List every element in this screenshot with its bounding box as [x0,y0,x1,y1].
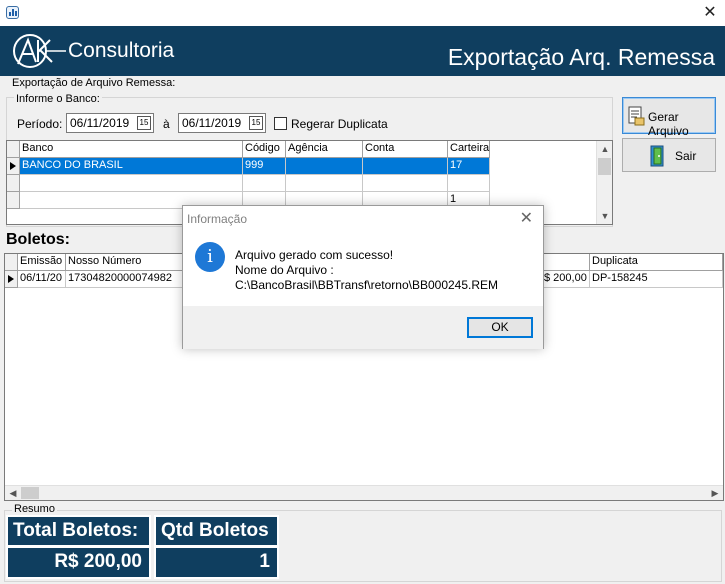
export-group-legend: Exportação de Arquivo Remessa: [10,77,178,89]
info-dialog: Informação ✕ i Arquivo gerado com sucess… [182,205,544,349]
period-label: Período: [17,117,63,131]
scroll-down-icon[interactable]: ▼ [597,208,612,224]
regerar-duplicata-checkbox[interactable] [274,117,287,130]
col-header-emissao[interactable]: Emissão [18,254,66,271]
col-header-valor[interactable] [542,254,590,271]
scroll-right-icon[interactable]: ▶ [707,485,723,500]
table-row-codigo[interactable] [243,175,286,192]
sair-button[interactable]: Sair [622,138,716,172]
row-indicator [7,158,20,175]
qtd-boletos-label: Qtd Boletos [154,515,279,547]
col-header-nosso-numero[interactable]: Nosso Número [66,254,186,271]
scroll-left-icon[interactable]: ◀ [5,485,21,500]
table-row-codigo[interactable]: 999 [243,158,286,175]
col-header-carteira[interactable]: Carteira [448,141,490,158]
col-header-conta[interactable]: Conta [363,141,448,158]
table-row-carteira[interactable]: 17 [448,158,490,175]
scroll-thumb[interactable] [598,158,611,175]
grid-header-corner [7,141,20,158]
bank-group-legend: Informe o Banco: [14,93,102,105]
table-row-agencia[interactable] [286,158,363,175]
boletos-title: Boletos: [6,231,70,248]
current-row-arrow-icon [10,162,16,170]
row-indicator [7,192,20,209]
col-header-banco[interactable]: Banco [20,141,243,158]
boletos-hscroll[interactable]: ◀ ▶ [5,485,723,500]
date-from-input[interactable]: 06/11/2019 15 [66,113,154,133]
grid-header-corner [5,254,18,271]
screen-title: Exportação Arq. Remessa [447,44,715,70]
window-titlebar [0,0,725,26]
table-row-agencia[interactable] [286,175,363,192]
calendar-icon[interactable]: 15 [137,116,151,130]
dialog-message-line1: Arquivo gerado com sucesso! [235,248,394,262]
date-to-input[interactable]: 06/11/2019 15 [178,113,266,133]
scroll-up-icon[interactable]: ▲ [597,141,612,157]
table-row-banco[interactable] [20,175,243,192]
qtd-boletos-value: 1 [154,546,279,579]
row-indicator [7,175,20,192]
brand-name: Consultoria [68,39,175,62]
exit-door-icon [650,145,664,167]
table-row-conta[interactable] [363,158,448,175]
app-chart-icon [6,6,19,19]
header-banner: Consultoria Exportação Arq. Remessa [0,26,725,76]
table-row-valor[interactable]: $ 200,00 [542,271,590,288]
export-file-icon [628,106,645,126]
total-boletos-value: R$ 200,00 [6,546,151,579]
scroll-thumb[interactable] [21,487,39,499]
dialog-file-path: C:\BancoBrasil\BBTransf\retorno\BB000245… [235,278,499,292]
table-row-duplicata[interactable]: DP-158245 [590,271,723,288]
date-to-value: 06/11/2019 [182,116,242,130]
table-row-conta[interactable] [363,175,448,192]
resumo-legend: Resumo [12,503,57,515]
dialog-close-button[interactable]: ✕ [520,208,533,228]
bank-grid-vscroll[interactable]: ▲ ▼ [596,141,612,224]
date-from-value: 06/11/2019 [70,116,130,130]
table-row-nosso-numero[interactable]: 17304820000074982 [66,271,186,288]
col-header-duplicata[interactable]: Duplicata [590,254,723,271]
gerar-arquivo-button[interactable]: Gerar Arquivo [622,97,716,138]
table-row-carteira[interactable] [448,175,490,192]
info-icon: i [195,242,225,272]
col-header-codigo[interactable]: Código [243,141,286,158]
dialog-footer: OK [183,306,543,349]
between-label: à [163,117,170,131]
table-row-emissao[interactable]: 06/11/20 [18,271,66,288]
col-header-agencia[interactable]: Agência [286,141,363,158]
dialog-message-line2: Nome do Arquivo : [235,263,334,277]
regerar-duplicata-label: Regerar Duplicata [291,117,388,131]
sair-label: Sair [675,149,697,163]
calendar-icon[interactable]: 15 [249,116,263,130]
row-indicator [5,271,18,288]
total-boletos-label: Total Boletos: [6,515,151,547]
current-row-arrow-icon [8,275,14,283]
gerar-arquivo-label: Gerar Arquivo [648,110,689,138]
company-logo-icon [13,34,66,68]
table-row-banco[interactable]: BANCO DO BRASIL [20,158,243,175]
ok-button[interactable]: OK [467,317,533,338]
window-close-button[interactable]: ✕ [700,4,720,22]
dialog-title: Informação [187,212,248,226]
